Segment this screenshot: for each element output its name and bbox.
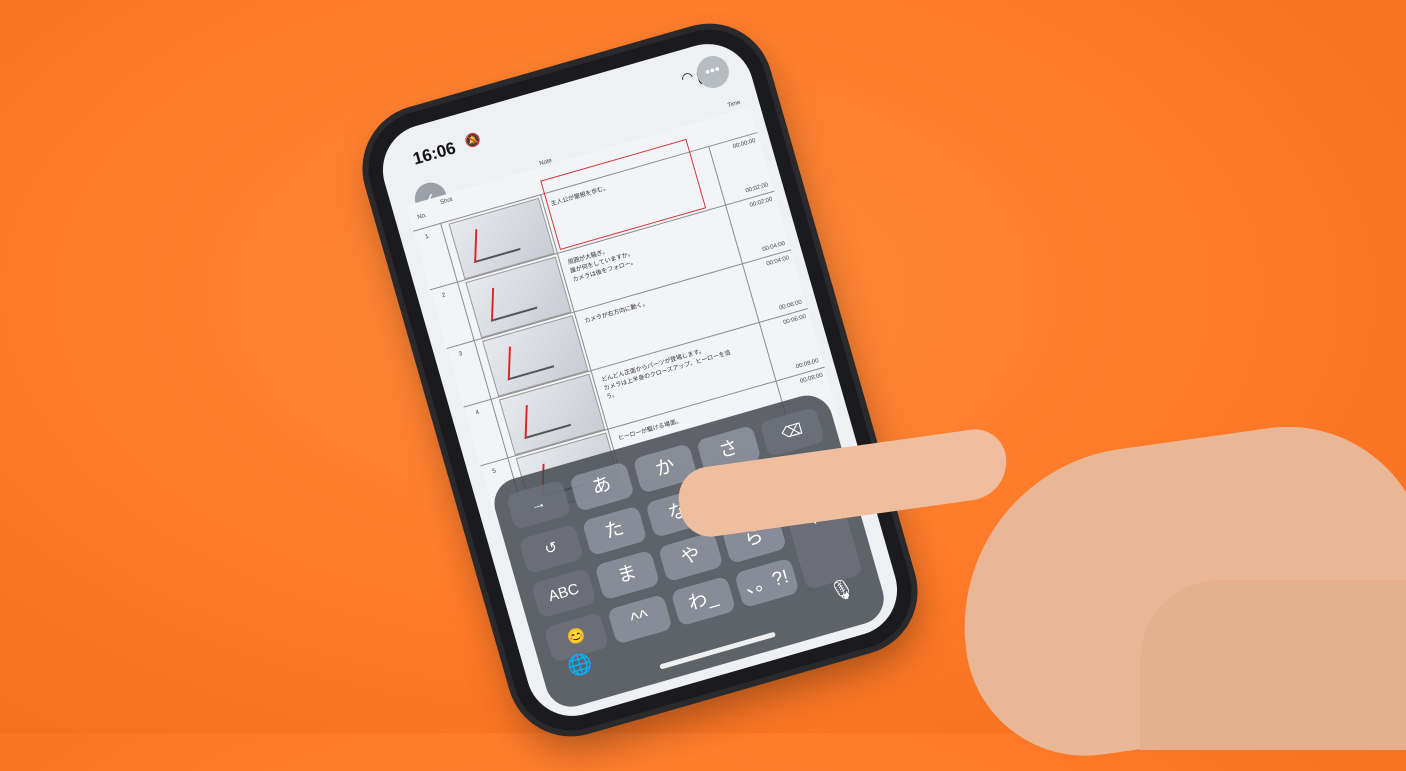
phone-screen: 16:06 🔕 ◠ ‹ ••• No. Shot Note Time 1 主人公… [372, 33, 908, 727]
shot-time-start: 00:08:00 [799, 372, 824, 385]
key-ma[interactable]: ま [594, 549, 661, 601]
wifi-icon: ◠ [679, 67, 696, 87]
key-wa[interactable]: わ_ [670, 575, 737, 627]
header-no: No. [416, 212, 428, 221]
hand-arm [1140, 580, 1406, 750]
phone: 16:06 🔕 ◠ ‹ ••• No. Shot Note Time 1 主人公… [354, 15, 926, 745]
header-shot: Shot [439, 196, 454, 207]
abc-key[interactable]: ABC [530, 567, 597, 619]
key-punctuation[interactable]: 、。?! [734, 557, 800, 609]
header-time: Time [726, 99, 742, 110]
shot-number: 2 [441, 292, 447, 300]
shot-number: 1 [424, 233, 430, 241]
shot-time-start: 00:00:00 [732, 137, 757, 151]
header-note: Note [538, 157, 553, 168]
home-indicator[interactable] [659, 631, 776, 670]
status-time: 16:06 [410, 138, 458, 169]
delete-key[interactable]: ⌫ [759, 406, 826, 458]
key-ya[interactable]: や [657, 531, 724, 583]
shot-number: 5 [491, 468, 497, 476]
key-ta[interactable]: た [581, 505, 648, 557]
shot-number: 3 [458, 351, 464, 358]
key-dakuten[interactable]: ^^ [607, 593, 673, 645]
shot-time-start: 00:06:00 [782, 313, 807, 327]
bell-slash-icon: 🔕 [462, 130, 483, 150]
arrow-right-key[interactable]: → [505, 479, 572, 531]
shot-time-start: 00:02:00 [749, 196, 774, 209]
key-a[interactable]: あ [569, 461, 635, 512]
microphone-icon[interactable]: 🎙 [826, 574, 857, 605]
undo-key[interactable]: ↺ [518, 523, 584, 575]
globe-icon[interactable]: 🌐 [564, 650, 595, 681]
shot-number: 4 [475, 409, 480, 417]
shot-time-start: 00:04:00 [765, 255, 791, 268]
